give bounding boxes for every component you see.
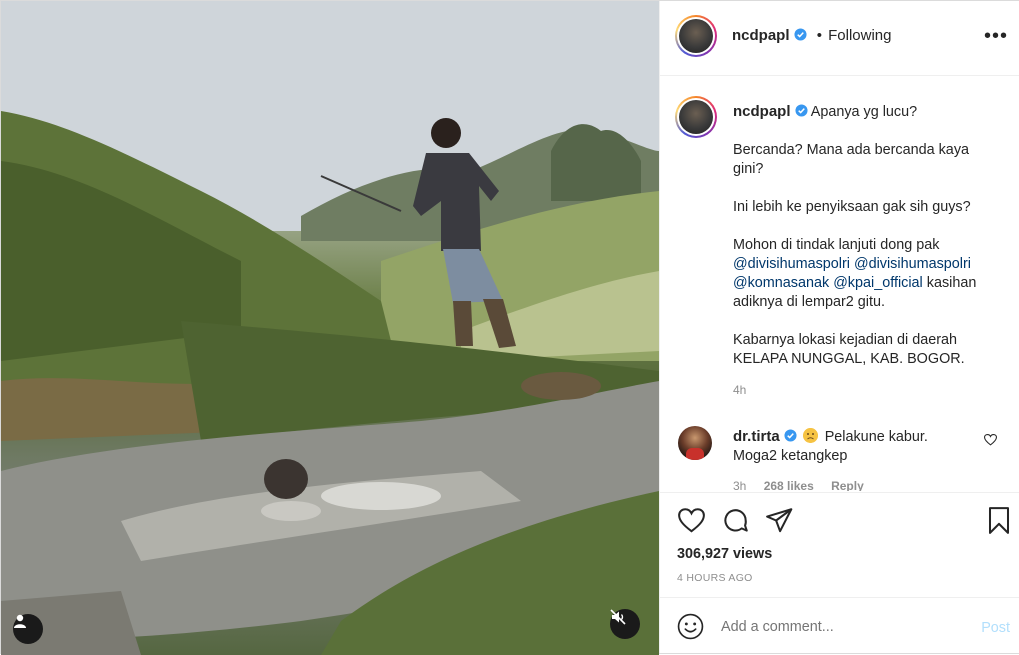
verified-badge-icon bbox=[793, 28, 807, 41]
post-actions: 306,927 views 4 HOURS AGO bbox=[660, 492, 1019, 595]
like-button[interactable] bbox=[676, 505, 706, 535]
video-player[interactable] bbox=[1, 1, 659, 655]
share-button[interactable] bbox=[764, 505, 794, 535]
caption-line-1: Apanya yg lucu? bbox=[810, 104, 918, 120]
caption-username[interactable]: ncdpapl bbox=[733, 103, 791, 120]
mention-link[interactable]: @divisihumaspolri bbox=[854, 256, 971, 272]
comment-likes[interactable]: 268 likes bbox=[764, 479, 814, 491]
commenter-username[interactable]: dr.tirta bbox=[733, 428, 780, 445]
sad-face-emoji bbox=[802, 428, 818, 443]
commenter-avatar[interactable] bbox=[678, 426, 712, 460]
author-avatar[interactable] bbox=[675, 15, 717, 57]
author-username[interactable]: ncdpapl bbox=[732, 27, 790, 44]
author-name-line: ncdpapl • Following bbox=[732, 27, 892, 44]
caption-text: ncdpapl Apanya yg lucu? Bercanda? Mana a… bbox=[733, 102, 1003, 388]
separator-dot: • bbox=[816, 27, 822, 44]
caption-paragraph-2: Bercanda? Mana ada bercanda kaya gini? bbox=[733, 142, 974, 177]
more-options-icon[interactable]: ••• bbox=[984, 26, 1008, 46]
post-comment-button[interactable]: Post bbox=[981, 620, 1010, 636]
comment-input[interactable] bbox=[721, 619, 961, 635]
caption-paragraph-5: Kabarnya lokasi kejadian di daerah KELAP… bbox=[733, 332, 965, 367]
comment-meta: 3h 268 likes Reply bbox=[733, 479, 878, 491]
post-side-panel: ncdpapl • Following ••• ncdpapl Apanya y… bbox=[659, 1, 1019, 653]
caption-paragraph-4-text: Mohon di tindak lanjuti dong pak bbox=[733, 237, 940, 253]
mention-link[interactable]: @kpai_official bbox=[833, 275, 923, 291]
caption-author-avatar[interactable] bbox=[675, 96, 717, 138]
caption-paragraph-4: Mohon di tindak lanjuti dong pak @divisi… bbox=[733, 236, 1003, 312]
person-icon bbox=[14, 614, 26, 628]
tagged-users-button[interactable] bbox=[13, 614, 43, 644]
reply-button[interactable]: Reply bbox=[831, 479, 864, 491]
post-header: ncdpapl • Following ••• bbox=[660, 1, 1019, 76]
comment-text: dr.tirta Pelakune kabur. Moga2 ketangkep bbox=[733, 427, 973, 466]
save-button[interactable] bbox=[984, 505, 1014, 535]
video-frame bbox=[1, 1, 659, 655]
caption-timestamp[interactable]: 4h bbox=[733, 383, 746, 397]
bookmark-icon bbox=[988, 506, 1010, 534]
verified-badge-icon bbox=[794, 104, 808, 117]
smiley-icon[interactable] bbox=[677, 613, 704, 640]
caption-paragraph-3: Ini lebih ke penyiksaan gak sih guys? bbox=[733, 199, 971, 215]
mention-link[interactable]: @divisihumaspolri bbox=[733, 256, 850, 272]
mute-toggle-button[interactable] bbox=[610, 609, 640, 639]
comments-section[interactable]: ncdpapl Apanya yg lucu? Bercanda? Mana a… bbox=[660, 77, 1019, 491]
comment-icon bbox=[723, 508, 748, 532]
comment-button[interactable] bbox=[720, 505, 750, 535]
heart-icon bbox=[677, 507, 705, 532]
add-comment-bar: Post bbox=[660, 597, 1019, 653]
post-timestamp[interactable]: 4 HOURS AGO bbox=[677, 572, 753, 584]
following-button[interactable]: Following bbox=[828, 27, 891, 44]
view-count[interactable]: 306,927 views bbox=[677, 546, 772, 562]
speaker-muted-icon bbox=[610, 609, 626, 625]
comment-like-heart-icon[interactable] bbox=[984, 434, 997, 446]
instagram-post: ncdpapl • Following ••• ncdpapl Apanya y… bbox=[0, 0, 1019, 655]
paper-plane-icon bbox=[765, 507, 792, 532]
mention-link[interactable]: @komnasanak bbox=[733, 275, 829, 291]
verified-badge-icon bbox=[784, 429, 797, 442]
comment-time[interactable]: 3h bbox=[733, 479, 746, 491]
